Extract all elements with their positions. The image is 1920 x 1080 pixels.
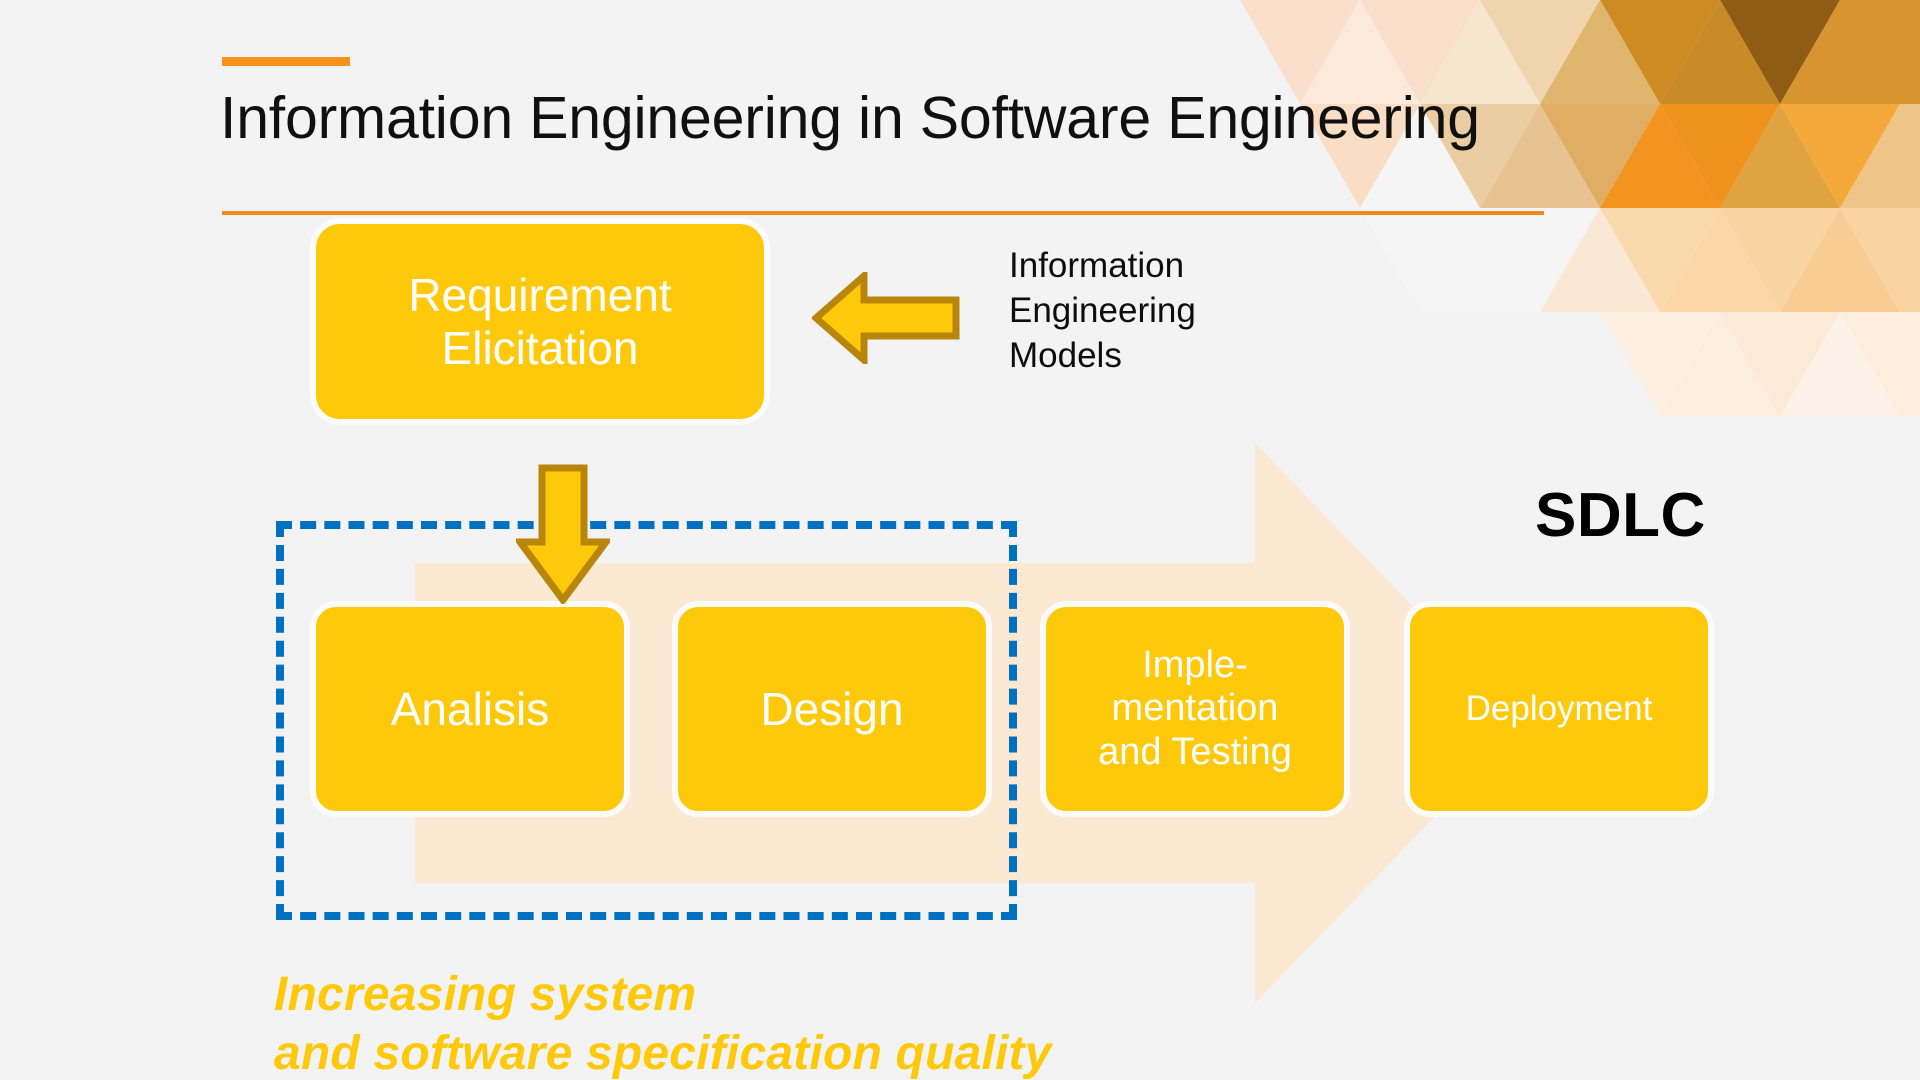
title-accent-bar: [222, 57, 350, 66]
slide-canvas: Information Engineering in Software Engi…: [0, 0, 1920, 1080]
sdlc-label: SDLC: [1535, 481, 1706, 550]
box-deployment[interactable]: Deployment: [1404, 601, 1714, 817]
quality-improvement-note: Increasing system and software specifica…: [274, 968, 1052, 1080]
title-divider: [222, 211, 1544, 215]
box-design[interactable]: Design: [672, 601, 992, 817]
down-arrow-icon: [516, 464, 610, 604]
hexagon-decoration-icon: [1240, 0, 1920, 416]
box-implementation-and-testing[interactable]: Imple- mentation and Testing: [1040, 601, 1350, 817]
information-engineering-models-label: Information Engineering Models: [1009, 246, 1196, 375]
box-analisis[interactable]: Analisis: [310, 601, 630, 817]
page-title: Information Engineering in Software Engi…: [220, 85, 1480, 151]
box-requirement-elicitation[interactable]: Requirement Elicitation: [310, 218, 770, 425]
left-arrow-icon: [812, 272, 960, 364]
